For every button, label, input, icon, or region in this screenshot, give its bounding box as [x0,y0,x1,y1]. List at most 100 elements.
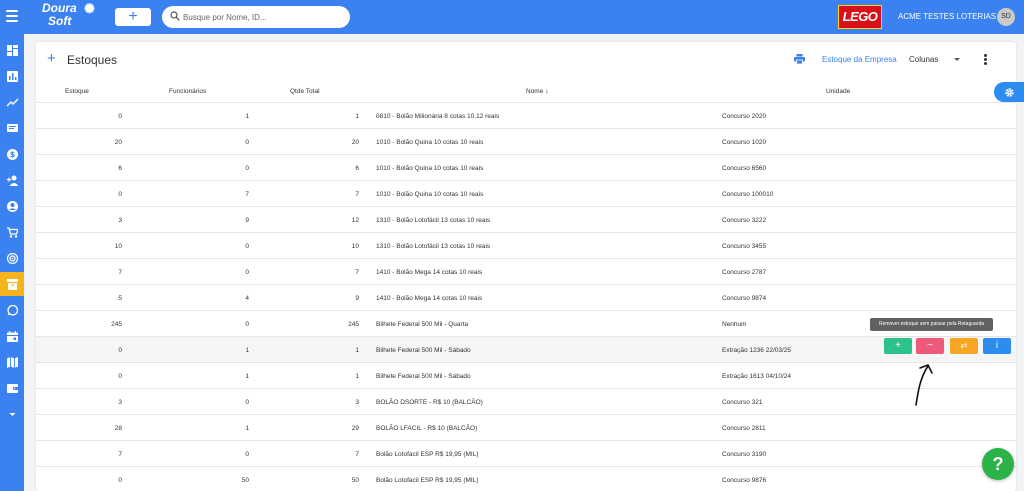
cell-nome: 1410 - Bolão Mega 14 cotas 10 reais [376,295,483,302]
sidebar: $ [0,34,24,491]
calendar-icon [6,330,18,342]
brand-logo: LEGO [838,5,882,29]
header-nome-label: Nome [526,88,544,95]
cell-estoque: 0 [118,113,122,120]
logo-line2: Soft [48,14,72,28]
cell-estoque: 0 [118,373,122,380]
table-row[interactable]: 0 1 1 Bilhete Federal 500 Mil - Sábado E… [36,362,1016,388]
sidebar-item-more[interactable] [0,402,24,426]
header-funcionarios[interactable]: Funcionários [169,88,206,95]
cell-unidade: Concurso 100010 [722,191,774,198]
table-row[interactable]: 20 0 20 1010 - Bolão Quina 10 cotas 10 r… [36,128,1016,154]
table-row-hovered[interactable]: 0 1 1 Bilhete Federal 500 Mil - Sábado E… [36,336,1016,362]
sidebar-item-map[interactable] [0,350,24,374]
cart-icon [6,226,18,238]
sidebar-item-reports[interactable] [0,64,24,88]
menu-icon[interactable] [6,10,18,22]
sidebar-item-finance[interactable]: $ [0,142,24,166]
cell-qtde-total: 50 [351,477,359,484]
add-stock-button[interactable]: + [884,338,912,354]
table-row[interactable]: 0 50 50 Bolão Lotofacil ESP R$ 19,95 (MI… [36,466,1016,491]
help-button[interactable]: ? [982,448,1014,480]
table-row[interactable]: 5 4 9 1410 - Bolão Mega 14 cotas 10 reai… [36,284,1016,310]
cell-qtde-total: 1 [355,347,359,354]
sidebar-item-wallet[interactable] [0,376,24,400]
transfer-stock-button[interactable]: ⇄ [950,338,978,354]
cell-nome: Bilhete Federal 500 Mil - Sábado [376,347,471,354]
info-button[interactable]: i [983,338,1011,354]
cell-nome: BOLÃO LFACIL - R$ 10 (BALCÃO) [376,425,478,432]
table-row[interactable]: 0 1 1 0810 - Bolão Milionária 8 cotas 10… [36,102,1016,128]
table-row[interactable]: 0 7 7 1010 - Bolão Quina 10 cotas 10 rea… [36,180,1016,206]
company-name[interactable]: ACME TESTES LOTERIAS [898,12,996,21]
avatar[interactable]: SD [997,8,1015,26]
search-input[interactable] [183,9,343,25]
table-row[interactable]: 7 0 7 1410 - Bolão Mega 14 cotas 10 reai… [36,258,1016,284]
columns-select[interactable]: Colunas [909,55,938,64]
printer-icon[interactable] [794,54,805,64]
cell-unidade: Concurso 1020 [722,139,767,146]
table-row[interactable]: 3 9 12 1310 - Bolão Lotofácil 13 cotas 1… [36,206,1016,232]
cell-nome: 1010 - Bolão Quina 10 cotas 10 reais [376,165,484,172]
more-vert-icon[interactable] [984,54,987,65]
header-unidade[interactable]: Unidade [826,88,850,95]
cell-qtde-total: 7 [355,451,359,458]
cell-qtde-total: 1 [355,373,359,380]
cell-qtde-total: 20 [351,139,359,146]
company-stock-link[interactable]: Estoque da Empresa [822,55,897,64]
cell-qtde-total: 7 [355,269,359,276]
remove-stock-tooltip: Remover estoque sem passar pela Retaguar… [870,318,993,331]
sidebar-item-calendar[interactable] [0,324,24,348]
cell-funcionarios: 0 [245,243,249,250]
add-user-icon [6,175,18,186]
logo-line1: Doura [42,1,77,15]
header-estoque[interactable]: Estoque [65,88,89,95]
cell-funcionarios: 0 [245,269,249,276]
settings-button[interactable] [994,82,1024,102]
wallet-icon [6,383,18,393]
search-box[interactable] [162,6,350,28]
remove-stock-button[interactable]: − [916,338,944,354]
sidebar-item-account[interactable] [0,194,24,218]
table-row[interactable]: 6 0 6 1010 - Bolão Quina 10 cotas 10 rea… [36,154,1016,180]
sidebar-item-cart[interactable] [0,220,24,244]
header-nome[interactable]: Nome ↓ [526,88,549,95]
cell-estoque: 20 [114,139,122,146]
add-inventory-button[interactable]: + [47,51,56,66]
table-row[interactable]: 3 0 3 BOLÃO DSORTE - R$ 10 (BALCÃO) Conc… [36,388,1016,414]
cell-estoque: 10 [114,243,122,250]
table-row[interactable]: 28 1 29 BOLÃO LFACIL - R$ 10 (BALCÃO) Co… [36,414,1016,440]
cell-funcionarios: 9 [245,217,249,224]
chevron-down-icon[interactable] [954,58,960,61]
sun-icon: ✺ [84,1,95,16]
trending-icon [6,97,18,107]
cell-unidade: Concurso 2020 [722,113,767,120]
cell-funcionarios: 1 [245,425,249,432]
sidebar-item-trends[interactable] [0,90,24,114]
cell-estoque: 5 [118,295,122,302]
account-icon [6,200,18,212]
sidebar-item-inventory[interactable] [0,272,24,296]
page-title: Estoques [67,53,118,67]
table-row[interactable]: 10 0 10 1310 - Bolão Lotofácil 13 cotas … [36,232,1016,258]
sidebar-item-add-user[interactable] [0,168,24,192]
table-row[interactable]: 7 0 7 Bolão Lotofacil ESP R$ 19,95 (MIL)… [36,440,1016,466]
cell-estoque: 0 [118,477,122,484]
cell-unidade: Concurso 9876 [722,477,767,484]
cell-nome: Bilhete Federal 500 Mil - Sábado [376,373,471,380]
cell-funcionarios: 1 [245,373,249,380]
sidebar-item-dashboard[interactable] [0,38,24,62]
quick-add-button[interactable]: + [115,8,151,26]
header-qtde-total[interactable]: Qtde Total [290,88,320,95]
app-logo[interactable]: Doura ✺ Soft [42,1,95,28]
cell-unidade: Concurso 3190 [722,451,767,458]
inventory-icon [6,278,18,290]
top-bar: Doura ✺ Soft + LEGO ACME TESTES LOTERIAS… [0,0,1024,34]
sidebar-item-whatsapp[interactable] [0,298,24,322]
sidebar-item-targets[interactable] [0,246,24,270]
table-row[interactable]: 245 0 245 Bilhete Federal 500 Mil - Quar… [36,310,1016,336]
cell-unidade: Concurso 2787 [722,269,767,276]
sidebar-item-messages[interactable] [0,116,24,140]
cell-estoque: 3 [118,217,122,224]
cell-funcionarios: 1 [245,113,249,120]
